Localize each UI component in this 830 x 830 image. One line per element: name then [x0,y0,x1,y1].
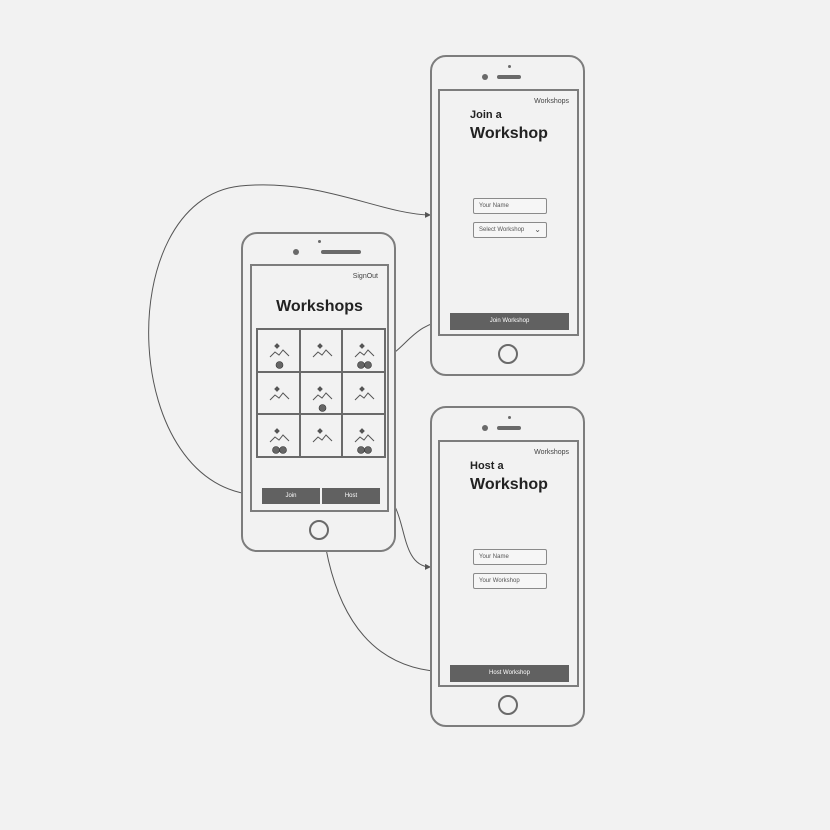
workshop-tile[interactable] [257,329,300,372]
host-screen: Workshops Host a Workshop Your Name Your… [438,440,579,687]
home-button[interactable] [498,344,518,364]
signout-link[interactable]: SignOut [353,273,378,280]
workshop-tile[interactable] [299,329,343,372]
image-icon [354,385,375,401]
phone-camera [482,425,488,431]
phone-speaker [321,250,361,254]
image-icon [312,343,333,358]
join-button[interactable]: Join [262,488,320,504]
workshop-tile[interactable] [342,414,385,457]
phone-sensor [318,240,321,243]
host-workshop-button[interactable]: Host Workshop [450,665,569,682]
main-phone-frame: SignOut Workshops Join Host [241,232,396,552]
phone-camera [482,74,488,80]
name-input[interactable]: Your Name [473,198,547,214]
host-button[interactable]: Host [322,488,380,504]
home-button[interactable] [498,695,518,715]
workshop-grid [256,328,386,458]
workshops-link[interactable]: Workshops [534,98,569,105]
workshop-tile[interactable] [299,414,343,457]
select-workshop-dropdown[interactable]: Select Workshop ⌄ [473,222,547,238]
workshop-tile[interactable] [342,371,385,415]
join-workshop-button[interactable]: Join Workshop [450,313,569,330]
join-phone-frame: Workshops Join a Workshop Your Name Sele… [430,55,585,376]
workshop-tile[interactable] [257,371,300,415]
image-icon [312,428,333,443]
workshops-link[interactable]: Workshops [534,449,569,456]
join-title-line2: Workshop [470,125,548,142]
workshop-tile[interactable] [342,329,385,372]
host-phone-frame: Workshops Host a Workshop Your Name Your… [430,406,585,727]
name-input[interactable]: Your Name [473,549,547,565]
host-title-line1: Host a [470,460,504,472]
participant-avatars-icon [318,403,326,412]
participant-avatars-icon [272,446,287,455]
home-button[interactable] [309,520,329,540]
workshop-tile[interactable] [257,414,300,457]
participant-avatars-icon [357,361,373,369]
select-workshop-label: Select Workshop [479,227,525,233]
page-title: Workshops [276,298,363,315]
workshop-tile[interactable] [299,371,343,415]
main-screen: SignOut Workshops Join Host [250,264,389,512]
phone-camera [293,249,299,255]
phone-sensor [508,65,511,68]
participant-avatars-icon [275,361,284,369]
phone-sensor [508,416,511,419]
phone-speaker [497,426,521,430]
workshop-name-input[interactable]: Your Workshop [473,573,547,589]
chevron-down-icon: ⌄ [534,225,541,234]
participant-avatars-icon [357,446,373,455]
join-title-line1: Join a [470,109,502,121]
phone-speaker [497,75,521,79]
image-icon [269,385,290,401]
host-title-line2: Workshop [470,476,548,493]
join-screen: Workshops Join a Workshop Your Name Sele… [438,89,579,336]
flow-connectors [148,184,451,673]
